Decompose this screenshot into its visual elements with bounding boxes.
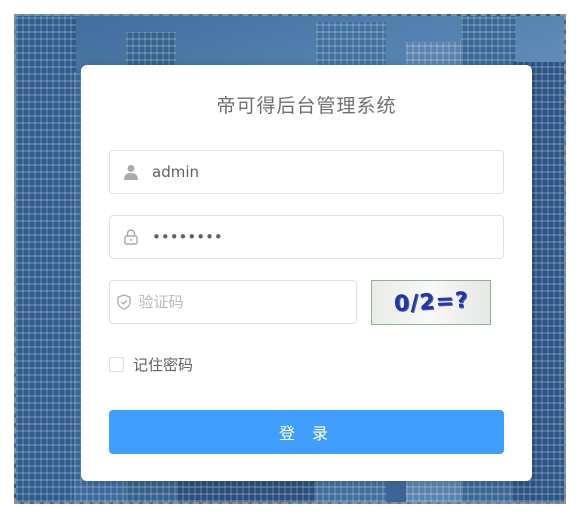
login-button[interactable]: 登 录 [109, 410, 504, 454]
captcha-image[interactable]: 0/2=? [371, 280, 491, 325]
page-title: 帝可得后台管理系统 [216, 95, 397, 117]
user-icon [110, 164, 152, 180]
password-field[interactable] [109, 215, 504, 259]
shield-icon [110, 294, 139, 310]
remember-password-checkbox[interactable] [109, 357, 124, 372]
lock-icon [110, 229, 152, 245]
captcha-field[interactable] [109, 280, 357, 324]
login-page-frame: 帝可得后台管理系统 admin •••••••• 验证码 0/2=? 记住密码 … [14, 14, 566, 504]
remember-password-label: 记住密码 [133, 356, 194, 374]
captcha-input[interactable] [138, 293, 356, 311]
login-card: 帝可得后台管理系统 admin •••••••• 验证码 0/2=? 记住密码 … [81, 65, 532, 481]
username-field[interactable] [109, 150, 504, 194]
username-input[interactable] [152, 163, 472, 181]
captcha-image-text: 0/2=? [392, 288, 470, 317]
remember-password[interactable]: 记住密码 [109, 354, 193, 375]
password-input[interactable] [152, 228, 472, 246]
